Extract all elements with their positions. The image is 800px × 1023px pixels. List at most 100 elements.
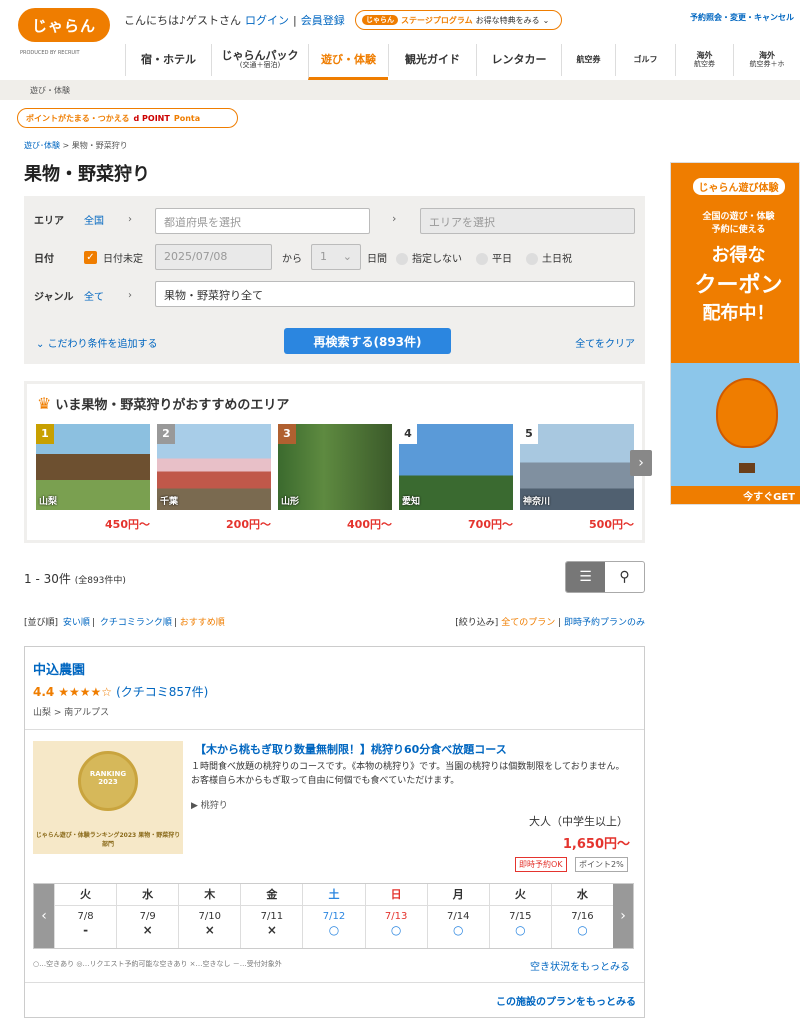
area-name: 千葉 bbox=[160, 497, 179, 507]
area-select[interactable]: エリアを選択 bbox=[420, 208, 635, 234]
date-row: 日付 ✓ 日付未定 bbox=[34, 250, 143, 265]
more-plans-link[interactable]: この施設のプランをもっとみる bbox=[496, 993, 636, 1008]
calendar-day: 火 7/8- bbox=[54, 884, 117, 948]
carousel-next-button[interactable]: › bbox=[630, 450, 652, 476]
star-icons: ★★★★☆ bbox=[58, 684, 113, 699]
nav-air[interactable]: 航空券 bbox=[561, 44, 615, 76]
radio-none[interactable]: 指定しない bbox=[396, 250, 462, 265]
weekday-label: 火 bbox=[489, 884, 551, 906]
date-label: 7/11 bbox=[260, 911, 284, 922]
nav-overseas-air[interactable]: 海外 航空券 bbox=[675, 44, 733, 76]
date-label: 7/10 bbox=[198, 911, 221, 922]
login-link[interactable]: ログイン bbox=[245, 12, 289, 28]
sort-cheap[interactable]: 安い順 bbox=[63, 618, 90, 628]
view-toggle: ☰ ⚲ bbox=[565, 561, 645, 593]
main-nav: 宿・ホテル じゃらんパック (交通＋宿泊) 遊び・体験 観光ガイド レンタカー 航… bbox=[125, 44, 800, 80]
nav-hotel[interactable]: 宿・ホテル bbox=[125, 44, 211, 76]
search-box: エリア 全国 › 都道府県を選択 › エリアを選択 日付 ✓ 日付未定 2025… bbox=[24, 196, 645, 364]
sort-recommended[interactable]: おすすめ順 bbox=[180, 618, 225, 628]
greeting-text: こんにちは♪ゲストさん bbox=[124, 14, 242, 27]
more-availability-link[interactable]: 空き状況をもっとみる bbox=[530, 958, 630, 973]
facility-name[interactable]: 中込農園 bbox=[33, 659, 85, 678]
rank-badge: 1 bbox=[36, 424, 54, 444]
days-select[interactable]: 1 ⌄ bbox=[311, 244, 361, 270]
radio-weekday[interactable]: 平日 bbox=[476, 250, 512, 265]
area-value[interactable]: 全国 bbox=[84, 212, 104, 227]
clear-all-link[interactable]: 全てをクリア bbox=[575, 335, 635, 350]
map-pin-icon[interactable]: ⚲ bbox=[605, 562, 644, 592]
ad-cta[interactable]: 今すぐGET bbox=[671, 486, 800, 504]
search-button[interactable]: 再検索する(893件) bbox=[284, 328, 451, 354]
chevron-right-icon: › bbox=[128, 290, 132, 301]
weekday-label: 日 bbox=[365, 884, 427, 906]
calendar-day[interactable]: 水 7/16 ○ bbox=[550, 884, 613, 948]
sort-review[interactable]: クチコミランク順 bbox=[100, 618, 172, 628]
genre-select[interactable]: 果物・野菜狩り全て bbox=[155, 281, 635, 307]
breadcrumb: 遊び･体験 > 果物・野菜狩り bbox=[24, 140, 128, 151]
divider bbox=[25, 729, 644, 730]
prefecture-select[interactable]: 都道府県を選択 bbox=[155, 208, 370, 234]
stage-logo: じゃらん bbox=[362, 15, 398, 25]
area-price: 500円〜 bbox=[589, 518, 634, 531]
plan-tag: ▶ 桃狩り bbox=[191, 801, 228, 811]
nav-guide[interactable]: 観光ガイド bbox=[388, 44, 476, 76]
coupon-ad[interactable]: じゃらん遊び体験 全国の遊び・体験 予約に使える お得な クーポン 配布中！ 今… bbox=[670, 162, 800, 505]
plan-title[interactable]: 【木から桃もぎ取り数量無制限！】桃狩り60分食べ放題コース bbox=[195, 741, 507, 757]
jalan-logo[interactable]: じゃらん bbox=[18, 8, 110, 42]
recommended-areas: ♛ いま果物・野菜狩りがおすすめのエリア 1 山梨 2 千葉 3 山形 4 愛知 … bbox=[24, 381, 645, 543]
chevron-down-icon: ⌄ bbox=[542, 15, 550, 25]
check-icon[interactable]: ✓ bbox=[84, 251, 97, 264]
calendar-prev-button[interactable]: ‹ bbox=[34, 884, 54, 948]
chevron-down-icon: ⌄ bbox=[36, 339, 48, 350]
date-field[interactable]: 2025/07/08 bbox=[155, 244, 272, 270]
filter-all[interactable]: 全てのプラン bbox=[501, 618, 555, 628]
area-row: エリア 全国 › bbox=[34, 212, 132, 227]
date-label: 7/12 bbox=[322, 911, 346, 922]
add-conditions-link[interactable]: ⌄ こだわり条件を追加する bbox=[36, 335, 158, 350]
chevron-right-icon: › bbox=[392, 212, 397, 225]
calendar-day[interactable]: 月 7/14 ○ bbox=[426, 884, 489, 948]
nav-golf[interactable]: ゴルフ bbox=[615, 44, 675, 76]
calendar-day[interactable]: 日 7/13 ○ bbox=[364, 884, 427, 948]
genre-value[interactable]: 全て bbox=[84, 288, 104, 303]
calendar-day: 水 7/9 × bbox=[116, 884, 179, 948]
calendar-day[interactable]: 土 7/12 ○ bbox=[302, 884, 365, 948]
genre-row: ジャンル 全て › bbox=[34, 288, 132, 303]
nav-package[interactable]: じゃらんパック (交通＋宿泊) bbox=[211, 44, 308, 76]
facility-area: 山梨 > 南アルプス bbox=[33, 708, 110, 718]
calendar-day: 金 7/11 × bbox=[240, 884, 303, 948]
weekday-label: 土 bbox=[303, 884, 365, 906]
weekday-label: 水 bbox=[117, 884, 179, 906]
register-link[interactable]: 会員登録 bbox=[301, 12, 345, 28]
availability-status: ○ bbox=[452, 923, 464, 937]
ad-text: じゃらん遊び体験 全国の遊び・体験 予約に使える お得な クーポン 配布中！ bbox=[676, 168, 800, 361]
radio-weekend[interactable]: 土日祝 bbox=[526, 250, 572, 265]
nav-rentacar[interactable]: レンタカー bbox=[476, 44, 561, 76]
filter-instant[interactable]: 即時予約プランのみ bbox=[564, 618, 645, 628]
area-card-yamanashi[interactable]: 1 山梨 bbox=[36, 424, 150, 510]
nav-overseas-package[interactable]: 海外 航空券＋ホ bbox=[733, 44, 800, 76]
area-card-aichi[interactable]: 4 愛知 bbox=[399, 424, 513, 510]
plan-image[interactable]: RANKING 2023 じゃらん遊び・体験ランキング2023 果物・野菜狩り部… bbox=[33, 741, 183, 854]
balloon-image bbox=[716, 378, 778, 448]
weekday-label: 火 bbox=[55, 884, 117, 906]
reservation-links[interactable]: 予約照会・変更・キャンセル bbox=[690, 12, 794, 23]
result-item: 中込農園 4.4 ★★★★☆ (クチコミ857件) 山梨 > 南アルプス RAN… bbox=[24, 646, 645, 1018]
points-banner[interactable]: ポイントがたまる・つかえる d POINT Ponta bbox=[17, 108, 238, 128]
breadcrumb-parent[interactable]: 遊び･体験 bbox=[24, 141, 60, 150]
divider bbox=[25, 982, 644, 983]
area-label: エリア bbox=[34, 216, 64, 227]
sub-nav: 遊び・体験 bbox=[0, 80, 800, 100]
nav-activities[interactable]: 遊び・体験 bbox=[308, 44, 388, 80]
calendar-day[interactable]: 火 7/15 ○ bbox=[488, 884, 551, 948]
rank-badge: 2 bbox=[157, 424, 175, 444]
stage-program-button[interactable]: じゃらん ステージプログラム お得な特典をみる ⌄ bbox=[355, 10, 562, 30]
area-card-chiba[interactable]: 2 千葉 bbox=[157, 424, 271, 510]
ranking-text: じゃらん遊び・体験ランキング2023 果物・野菜狩り部門 bbox=[35, 832, 181, 848]
area-card-kanagawa[interactable]: 5 神奈川 bbox=[520, 424, 634, 510]
calendar-next-button[interactable]: › bbox=[613, 884, 633, 948]
area-card-yamagata[interactable]: 3 山形 bbox=[278, 424, 392, 510]
review-link[interactable]: (クチコミ857件) bbox=[116, 683, 208, 700]
list-view-icon[interactable]: ☰ bbox=[566, 562, 605, 592]
availability-status: ○ bbox=[577, 923, 588, 937]
